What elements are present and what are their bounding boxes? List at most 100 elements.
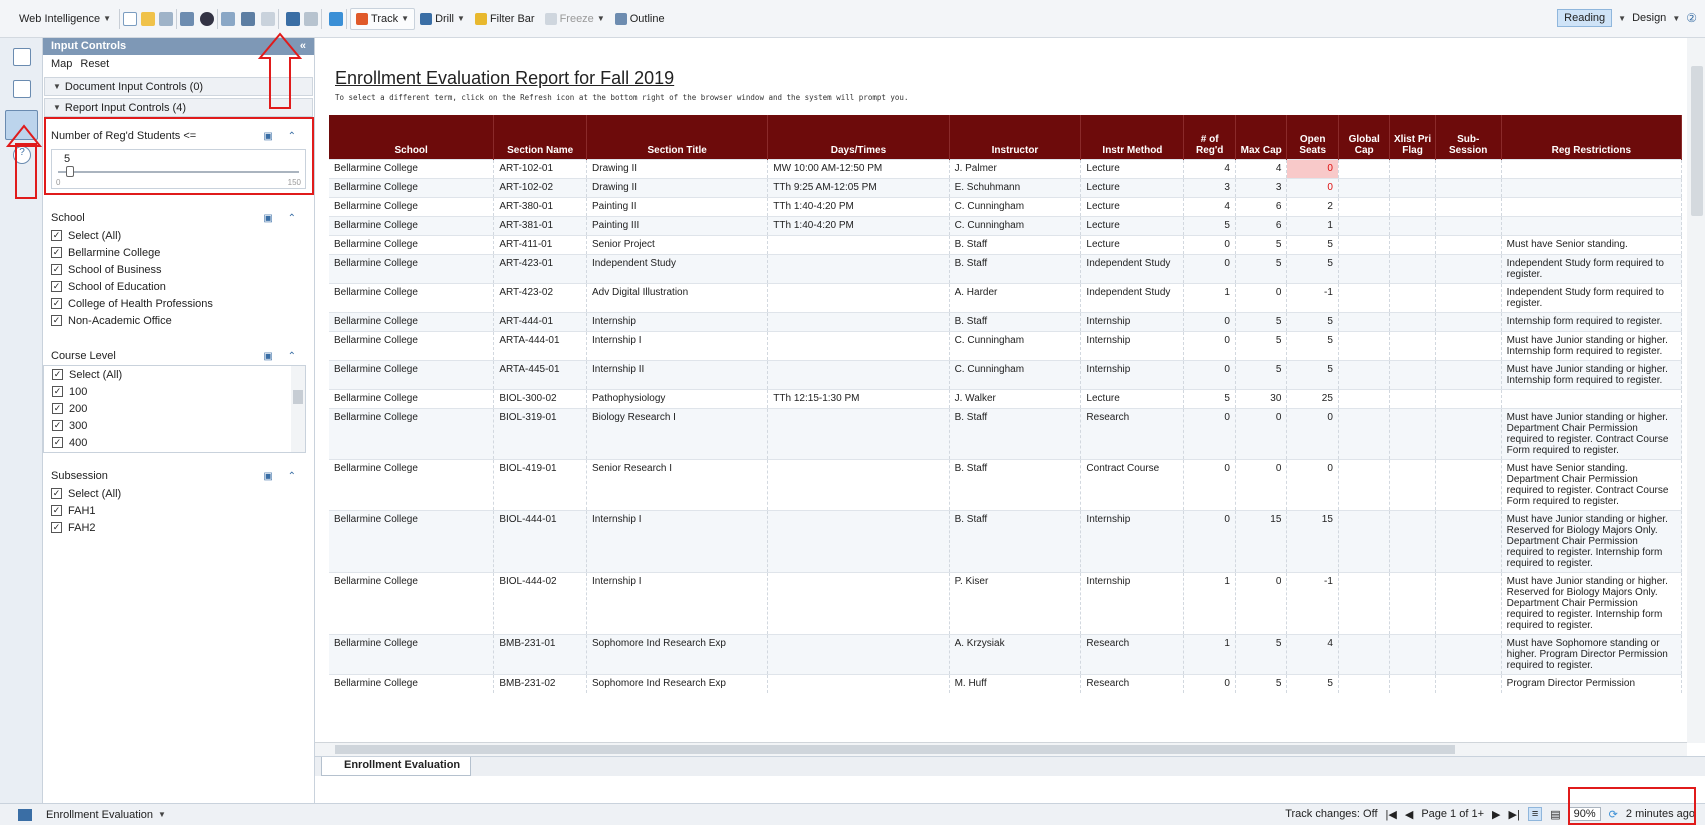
scroll-thumb[interactable] xyxy=(1691,66,1703,216)
checkbox-item[interactable]: ✓ College of Health Professions xyxy=(43,295,314,312)
checkbox-item[interactable]: ✓ FAH1 xyxy=(43,502,314,519)
reset-link[interactable]: Reset xyxy=(80,58,109,72)
freeze-icon xyxy=(544,12,557,25)
table-cell: 0 xyxy=(1183,311,1236,331)
checkbox-icon[interactable]: ✓ xyxy=(52,420,63,431)
filter-bar-button[interactable]: Filter Bar xyxy=(470,8,540,30)
checkbox-item[interactable]: ✓ 100 xyxy=(44,383,305,400)
outline-button[interactable]: Outline xyxy=(610,8,670,30)
table-cell xyxy=(1435,509,1502,572)
table-cell: Bellarmine College xyxy=(329,633,495,674)
table-cell: Biology Research I xyxy=(586,407,769,459)
next-page-icon[interactable]: ▶ xyxy=(1492,808,1500,821)
table-cell: 0 xyxy=(1183,234,1236,254)
checkbox-item[interactable]: ✓ Bellarmine College xyxy=(43,244,314,261)
export-icon[interactable] xyxy=(241,11,256,26)
checkbox-icon[interactable]: ✓ xyxy=(51,230,62,241)
column-header: Sub-Session xyxy=(1435,115,1502,159)
document-name[interactable]: Enrollment Evaluation xyxy=(46,809,153,821)
table-cell: M. Huff xyxy=(949,673,1082,693)
vertical-scrollbar[interactable] xyxy=(1687,38,1705,743)
horizontal-scrollbar[interactable] xyxy=(315,742,1687,756)
save-icon[interactable] xyxy=(159,11,174,26)
table-cell: 15 xyxy=(1286,509,1339,572)
checkbox-item[interactable]: ✓ School of Education xyxy=(43,278,314,295)
checkbox-item[interactable]: ✓ Non-Academic Office xyxy=(43,312,314,329)
checkbox-item[interactable]: ✓ Select (All) xyxy=(44,366,305,383)
help-icon[interactable]: ② xyxy=(1686,11,1697,25)
table-cell: B. Staff xyxy=(949,407,1082,459)
checkbox-item[interactable]: ✓ 200 xyxy=(44,400,305,417)
track-button[interactable]: Track ▼ xyxy=(350,7,416,30)
redo-icon[interactable] xyxy=(304,11,319,26)
print-icon[interactable] xyxy=(180,11,195,26)
control-options-icon[interactable]: ▣ ⌃ xyxy=(263,471,302,482)
chevron-down-icon[interactable]: ▼ xyxy=(1672,14,1680,23)
checkbox-icon[interactable]: ✓ xyxy=(51,505,62,516)
last-page-icon[interactable]: ▶| xyxy=(1508,808,1519,821)
checkbox-icon[interactable]: ✓ xyxy=(52,437,63,448)
send-icon[interactable] xyxy=(261,11,276,26)
refresh-icon[interactable] xyxy=(329,11,344,26)
control-options-icon[interactable]: ▣ ⌃ xyxy=(263,213,302,224)
list-scrollbar[interactable] xyxy=(291,366,305,452)
control-options-icon[interactable]: ▣ ⌃ xyxy=(263,351,302,362)
new-document-icon[interactable] xyxy=(123,11,138,26)
checkbox-icon[interactable]: ✓ xyxy=(52,369,63,380)
chevron-down-icon[interactable]: ▼ xyxy=(158,810,166,819)
scroll-thumb[interactable] xyxy=(335,745,1455,754)
checkbox-icon[interactable]: ✓ xyxy=(52,386,63,397)
previous-page-icon[interactable]: ◀ xyxy=(1405,808,1413,821)
checkbox-icon[interactable]: ✓ xyxy=(52,403,63,414)
first-page-icon[interactable]: |◀ xyxy=(1386,808,1397,821)
checkbox-item[interactable]: ✓ School of Business xyxy=(43,261,314,278)
chevron-down-icon[interactable]: ▼ xyxy=(1618,14,1626,23)
table-cell: 0 xyxy=(1183,407,1236,459)
freeze-button[interactable]: Freeze ▼ xyxy=(540,8,610,30)
checkbox-item[interactable]: ✓ Select (All) xyxy=(43,227,314,244)
navigation-map-icon[interactable] xyxy=(13,80,31,98)
table-cell xyxy=(1338,330,1391,360)
open-folder-icon[interactable] xyxy=(141,11,156,26)
table-row: Bellarmine College BIOL-300-02 Pathophysio… xyxy=(329,388,1683,408)
table-cell: 0 xyxy=(1183,509,1236,572)
checkbox-icon[interactable]: ✓ xyxy=(51,488,62,499)
checkbox-item[interactable]: ✓ 300 xyxy=(44,417,305,434)
table-cell: Drawing II xyxy=(586,158,769,178)
map-link[interactable]: Map xyxy=(51,58,72,72)
track-changes-status[interactable]: Track changes: Off xyxy=(1285,808,1377,820)
checkbox-item[interactable]: ✓ FAH2 xyxy=(43,519,314,536)
subsession-control: Subsession ▣ ⌃ ✓ Select (All) ✓ FAH1 ✓ FAH2 xyxy=(43,467,314,536)
document-summary-icon[interactable] xyxy=(13,48,31,66)
checkbox-icon[interactable]: ✓ xyxy=(51,264,62,275)
scroll-thumb[interactable] xyxy=(293,390,303,404)
table-cell: Sophomore Ind Research Exp xyxy=(586,633,769,674)
checkbox-icon[interactable]: ✓ xyxy=(51,315,62,326)
quick-display-icon[interactable]: ≡ xyxy=(1527,807,1543,821)
checkbox-icon[interactable]: ✓ xyxy=(51,247,62,258)
undo-icon[interactable] xyxy=(286,11,301,26)
table-row: Bellarmine College ART-102-02 Drawing II TT… xyxy=(329,177,1683,197)
annotation-arrow xyxy=(5,124,43,147)
checkbox-item[interactable]: ✓ Select (All) xyxy=(43,485,314,502)
drill-button[interactable]: Drill ▼ xyxy=(415,8,470,30)
tab-enrollment-evaluation[interactable]: Enrollment Evaluation xyxy=(321,757,472,776)
find-icon[interactable] xyxy=(200,11,215,26)
checkbox-item[interactable]: ✓ 400 xyxy=(44,434,305,451)
design-mode-button[interactable]: Design xyxy=(1632,12,1666,24)
table-cell xyxy=(1435,196,1502,216)
app-menu[interactable]: Web Intelligence ▼ xyxy=(14,8,116,30)
checkbox-icon[interactable]: ✓ xyxy=(51,281,62,292)
table-cell xyxy=(1435,673,1502,693)
report-tab-bar: Enrollment Evaluation xyxy=(315,756,1705,776)
checkbox-icon[interactable]: ✓ xyxy=(51,298,62,309)
checkbox-icon[interactable]: ✓ xyxy=(51,522,62,533)
table-body: Bellarmine College ART-102-01 Drawing II MW… xyxy=(329,158,1683,693)
table-cell: Internship I xyxy=(586,571,769,634)
history-icon[interactable] xyxy=(221,11,236,26)
table-cell: 0 xyxy=(1286,407,1339,459)
page-mode-icon[interactable]: ▤ xyxy=(1550,808,1560,821)
reading-mode-button[interactable]: Reading xyxy=(1557,9,1613,27)
table-cell: B. Staff xyxy=(949,311,1082,331)
table-cell: Bellarmine College xyxy=(329,330,495,360)
